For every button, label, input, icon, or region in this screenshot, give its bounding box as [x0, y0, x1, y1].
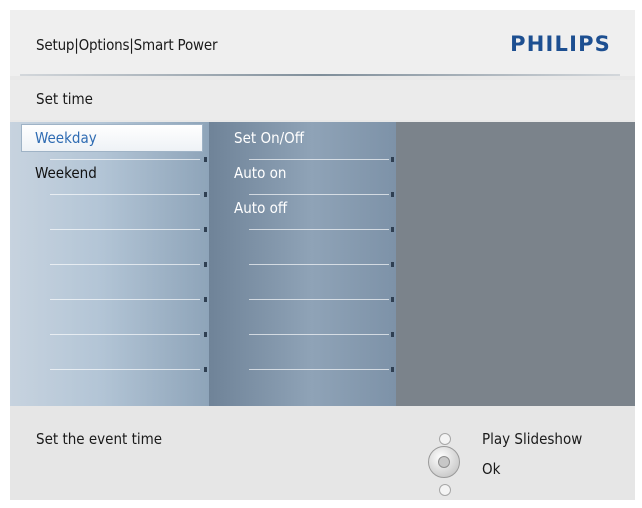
submenu-row-divider [249, 194, 389, 195]
row-marker-icon [204, 297, 207, 302]
row-marker-icon [204, 227, 207, 232]
menu-row-divider [50, 194, 200, 195]
header: Setup|Options|Smart Power PHILIPS [10, 10, 635, 76]
smart-power-screen: Setup|Options|Smart Power PHILIPS Set ti… [10, 10, 635, 500]
row-marker-icon [391, 332, 394, 337]
submenu-row-divider [249, 299, 389, 300]
subtitle-bar [10, 80, 635, 120]
menu-item-weekend[interactable]: Weekend [35, 164, 97, 182]
row-marker-icon [391, 192, 394, 197]
row-marker-icon [391, 157, 394, 162]
footer: Set the event time Play Slideshow Ok [10, 406, 635, 500]
page-title: Set time [36, 90, 93, 108]
menu-row-divider [50, 369, 200, 370]
header-divider [20, 74, 620, 76]
row-marker-icon [391, 227, 394, 232]
menu-row-divider [50, 299, 200, 300]
menu-row-divider [50, 264, 200, 265]
menu-panel: Weekday Weekend [10, 122, 209, 406]
row-marker-icon [204, 332, 207, 337]
menu-panels: Weekday Weekend Set On/Off Auto on Auto off [10, 122, 635, 406]
submenu-row-divider [249, 159, 389, 160]
play-slideshow-label: Play Slideshow [482, 430, 583, 448]
ok-label: Ok [482, 460, 501, 478]
philips-logo: PHILIPS [510, 32, 611, 56]
menu-row-divider [50, 159, 200, 160]
submenu-item-set-on-off[interactable]: Set On/Off [234, 129, 304, 147]
ok-button-icon[interactable] [428, 446, 460, 478]
row-marker-icon [391, 297, 394, 302]
row-marker-icon [204, 367, 207, 372]
menu-row-divider [50, 229, 200, 230]
menu-item-weekday[interactable]: Weekday [35, 129, 97, 147]
row-marker-icon [204, 262, 207, 267]
ok-button-center-icon [438, 456, 450, 468]
up-button-icon[interactable] [439, 433, 451, 445]
submenu-item-auto-on[interactable]: Auto on [234, 164, 286, 182]
row-marker-icon [204, 192, 207, 197]
submenu-row-divider [249, 229, 389, 230]
submenu-row-divider [249, 369, 389, 370]
row-marker-icon [391, 262, 394, 267]
submenu-item-auto-off[interactable]: Auto off [234, 199, 287, 217]
submenu-row-divider [249, 264, 389, 265]
row-marker-icon [204, 157, 207, 162]
down-button-icon[interactable] [439, 484, 451, 496]
hint-text: Set the event time [36, 430, 163, 448]
submenu-panel: Set On/Off Auto on Auto off [209, 122, 396, 406]
breadcrumb: Setup|Options|Smart Power [36, 36, 218, 54]
empty-panel [396, 122, 635, 406]
menu-row-divider [50, 334, 200, 335]
row-marker-icon [391, 367, 394, 372]
submenu-row-divider [249, 334, 389, 335]
